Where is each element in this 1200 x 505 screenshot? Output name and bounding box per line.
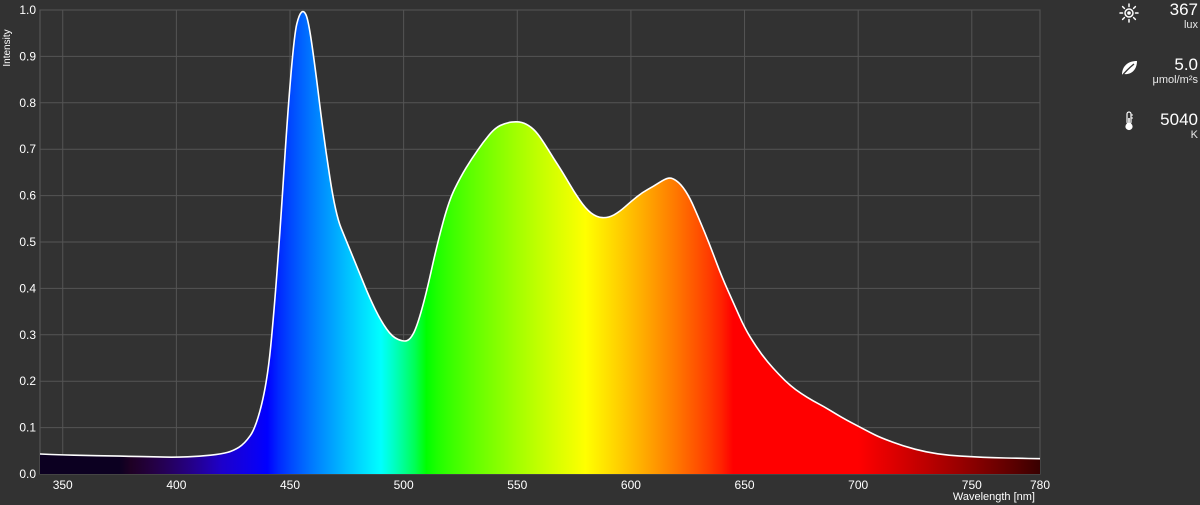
y-tick-label: 0.6 (19, 189, 36, 203)
x-tick-label: 500 (394, 478, 414, 492)
leaf-icon (1118, 57, 1140, 79)
y-tick-label: 0.5 (19, 235, 36, 249)
y-tick-label: 0.3 (19, 328, 36, 342)
cct-readout: 5040 K (1112, 110, 1200, 150)
cct-unit: K (1190, 129, 1198, 141)
y-tick-label: 0.4 (19, 281, 36, 295)
spectrum-chart: 0.0 0.1 0.2 0.3 0.4 0.5 0.6 0.7 0.8 0.9 1.0 350 400… (2, 3, 1051, 503)
measurement-panel: 367 lux 5.0 μmol/m²s 5040 K (1112, 0, 1200, 170)
y-tick-label: 0.0 (19, 467, 36, 481)
x-tick-label: 650 (735, 478, 755, 492)
y-axis-ticks: 0.0 0.1 0.2 0.3 0.4 0.5 0.6 0.7 0.8 0.9 1.0 (19, 3, 36, 481)
thermometer-icon (1118, 110, 1140, 132)
y-tick-label: 0.9 (19, 49, 36, 63)
lux-value: 367 (1169, 0, 1198, 19)
y-tick-label: 0.8 (19, 96, 36, 110)
x-tick-label: 750 (962, 478, 982, 492)
lux-readout: 367 lux (1112, 0, 1200, 40)
lux-unit: lux (1183, 19, 1198, 31)
y-tick-label: 0.2 (19, 374, 36, 388)
x-tick-label: 700 (848, 478, 868, 492)
x-axis-ticks: 350 400 450 500 550 600 650 700 750 780 (53, 478, 1051, 492)
ppfd-readout: 5.0 μmol/m²s (1112, 55, 1200, 95)
x-tick-label: 780 (1030, 478, 1050, 492)
cct-value: 5040 (1160, 110, 1198, 129)
x-tick-label: 600 (621, 478, 641, 492)
x-tick-label: 450 (280, 478, 300, 492)
x-tick-label: 350 (53, 478, 73, 492)
y-tick-label: 1.0 (19, 3, 36, 17)
ppfd-unit: μmol/m²s (1152, 74, 1198, 86)
y-tick-label: 0.7 (19, 142, 36, 156)
x-axis-label: Wavelength [nm] (953, 491, 1035, 503)
sun-icon (1118, 2, 1140, 24)
y-axis-label: Intensity (2, 29, 13, 66)
y-tick-label: 0.1 (19, 421, 36, 435)
x-tick-label: 400 (166, 478, 186, 492)
x-tick-label: 550 (507, 478, 527, 492)
ppfd-value: 5.0 (1174, 55, 1198, 74)
